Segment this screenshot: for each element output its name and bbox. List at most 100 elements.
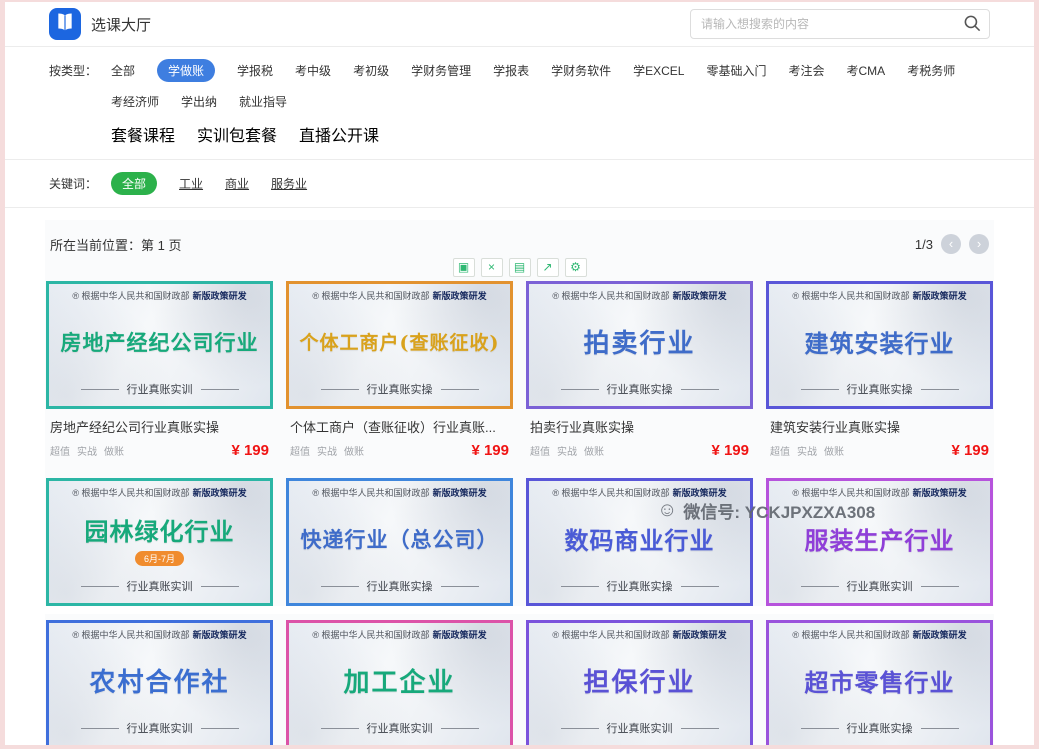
type-option[interactable]: 学EXCEL [633, 59, 684, 82]
header: 选课大厅 [5, 2, 1034, 46]
type-option[interactable]: 考CMA [847, 59, 886, 82]
type-option[interactable]: 学财务软件 [551, 59, 611, 82]
type-option[interactable]: 学报税 [237, 59, 273, 82]
image-icon[interactable]: ▣ [453, 258, 475, 277]
page-indicator: 1/3 [915, 237, 933, 252]
banner-note-bold: 新版政策研发 [673, 488, 727, 498]
course-name: 房地产经纪公司行业 [61, 327, 259, 357]
type-option-all[interactable]: 全部 [111, 59, 135, 82]
course-card[interactable]: ® 根据中华人民共和国财政部新版政策研发 园林绿化行业 6月-7月 行业真账实训 [46, 478, 273, 606]
keyword-option[interactable]: 工业 [179, 172, 203, 195]
banner-note-bold: 新版政策研发 [913, 488, 967, 498]
banner-note: ® 根据中华人民共和国财政部 [552, 630, 669, 640]
banner-note: ® 根据中华人民共和国财政部 [792, 291, 909, 301]
app-logo [49, 8, 81, 40]
course-name: 超市零售行业 [805, 663, 955, 698]
course-card[interactable]: ® 根据中华人民共和国财政部新版政策研发 建筑安装行业 行业真账实操 建筑安装行… [766, 281, 993, 466]
type-option[interactable]: 实训包套餐 [197, 119, 277, 149]
type-option[interactable]: 学报表 [493, 59, 529, 82]
type-option[interactable]: 零基础入门 [706, 59, 766, 82]
course-price: ¥ 199 [951, 442, 989, 459]
banner-note: ® 根据中华人民共和国财政部 [72, 291, 189, 301]
keyword-filter-label: 关键词： [49, 172, 111, 192]
type-option-selected[interactable]: 学做账 [157, 59, 215, 82]
banner-note: ® 根据中华人民共和国财政部 [552, 291, 669, 301]
banner-subtitle: 行业真账实操 [847, 720, 913, 736]
course-card[interactable]: ® 根据中华人民共和国财政部新版政策研发 服装生产行业 行业真账实训 [766, 478, 993, 606]
banner-note: ® 根据中华人民共和国财政部 [792, 630, 909, 640]
type-option[interactable]: 学财务管理 [411, 59, 471, 82]
banner-note-bold: 新版政策研发 [193, 291, 247, 301]
course-price: ¥ 199 [711, 442, 749, 459]
type-option[interactable]: 直播公开课 [299, 119, 379, 149]
keyword-options: 全部 工业 商业 服务业 [111, 172, 307, 195]
course-card[interactable]: ® 根据中华人民共和国财政部新版政策研发 超市零售行业 行业真账实操 超市零售行… [766, 620, 993, 749]
course-banner: ® 根据中华人民共和国财政部新版政策研发 园林绿化行业 6月-7月 行业真账实训 [46, 478, 273, 606]
type-option[interactable]: 考经济师 [111, 90, 159, 113]
type-option[interactable]: 考注会 [789, 59, 825, 82]
course-banner: ® 根据中华人民共和国财政部新版政策研发 数码商业行业 行业真账实操 [526, 478, 753, 606]
course-price: ¥ 199 [231, 442, 269, 459]
course-card[interactable]: ® 根据中华人民共和国财政部新版政策研发 数码商业行业 行业真账实操 [526, 478, 753, 606]
keyword-option-selected[interactable]: 全部 [111, 172, 157, 195]
banner-note: ® 根据中华人民共和国财政部 [792, 488, 909, 498]
banner-note-bold: 新版政策研发 [913, 630, 967, 640]
course-card[interactable]: ® 根据中华人民共和国财政部新版政策研发 房地产经纪公司行业 行业真账实训 房地… [46, 281, 273, 466]
course-grid-bottom: ® 根据中华人民共和国财政部新版政策研发 农村合作社 行业真账实训 农村合作社行… [46, 620, 993, 749]
course-card[interactable]: ® 根据中华人民共和国财政部新版政策研发 快递行业（总公司） 行业真账实操 [286, 478, 513, 606]
course-tags: 超值实战做账 [770, 442, 851, 460]
settings-icon[interactable]: ⚙ [565, 258, 587, 277]
banner-subtitle: 行业真账实训 [607, 720, 673, 736]
course-name: 拍卖行业 [583, 323, 695, 360]
type-option[interactable]: 学出纳 [181, 90, 217, 113]
share-icon[interactable]: ↗ [537, 258, 559, 277]
course-card[interactable]: ® 根据中华人民共和国财政部新版政策研发 个体工商户(查账征收) 行业真账实操 … [286, 281, 513, 466]
search-input[interactable] [690, 9, 990, 39]
search-icon[interactable] [963, 14, 982, 38]
course-title: 个体工商户（查账征收）行业真账... [290, 417, 509, 436]
course-name: 建筑安装行业 [805, 324, 955, 359]
banner-note-bold: 新版政策研发 [913, 291, 967, 301]
course-name: 数码商业行业 [565, 521, 715, 556]
course-banner: ® 根据中华人民共和国财政部新版政策研发 担保行业 行业真账实训 [526, 620, 753, 748]
save-icon[interactable]: ▤ [509, 258, 531, 277]
course-card[interactable]: ® 根据中华人民共和国财政部新版政策研发 加工企业 行业真账实训 加工企业行业会… [286, 620, 513, 749]
course-card[interactable]: ® 根据中华人民共和国财政部新版政策研发 担保行业 行业真账实训 担保行业真账实… [526, 620, 753, 749]
banner-note: ® 根据中华人民共和国财政部 [72, 488, 189, 498]
type-filter-label: 按类型： [49, 59, 111, 79]
banner-note-bold: 新版政策研发 [193, 630, 247, 640]
banner-subtitle: 行业真账实训 [127, 720, 193, 736]
prev-page-button[interactable]: ‹ [941, 234, 961, 254]
banner-subtitle: 行业真账实训 [127, 381, 193, 397]
course-card[interactable]: ® 根据中华人民共和国财政部新版政策研发 拍卖行业 行业真账实操 拍卖行业真账实… [526, 281, 753, 466]
next-page-button[interactable]: › [969, 234, 989, 254]
course-name: 个体工商户(查账征收) [300, 328, 500, 355]
course-banner: ® 根据中华人民共和国财政部新版政策研发 房地产经纪公司行业 行业真账实训 [46, 281, 273, 409]
type-option[interactable]: 套餐课程 [111, 119, 175, 149]
fullscreen-icon[interactable]: × [481, 258, 503, 277]
keyword-filter-section: 关键词： 全部 工业 商业 服务业 [5, 160, 1034, 208]
keyword-option[interactable]: 商业 [225, 172, 249, 195]
keyword-option[interactable]: 服务业 [271, 172, 307, 195]
type-option[interactable]: 考中级 [295, 59, 331, 82]
course-tags: 超值实战做账 [290, 442, 371, 460]
course-title: 房地产经纪公司行业真账实操 [50, 417, 269, 436]
course-name: 加工企业 [343, 662, 455, 699]
type-option[interactable]: 考税务师 [907, 59, 955, 82]
banner-note: ® 根据中华人民共和国财政部 [312, 488, 429, 498]
panel-head: 所在当前位置：第 1 页 1/3 ‹ › [46, 234, 993, 254]
banner-subtitle: 行业真账实操 [607, 381, 673, 397]
course-banner: ® 根据中华人民共和国财政部新版政策研发 加工企业 行业真账实训 [286, 620, 513, 748]
banner-note: ® 根据中华人民共和国财政部 [72, 630, 189, 640]
course-tags: 超值实战做账 [530, 442, 611, 460]
course-card[interactable]: ® 根据中华人民共和国财政部新版政策研发 农村合作社 行业真账实训 农村合作社行… [46, 620, 273, 749]
course-banner: ® 根据中华人民共和国财政部新版政策研发 农村合作社 行业真账实训 [46, 620, 273, 748]
banner-note: ® 根据中华人民共和国财政部 [312, 630, 429, 640]
course-title: 拍卖行业真账实操 [530, 417, 749, 436]
type-option[interactable]: 就业指导 [239, 90, 287, 113]
banner-note: ® 根据中华人民共和国财政部 [552, 488, 669, 498]
course-banner: ® 根据中华人民共和国财政部新版政策研发 拍卖行业 行业真账实操 [526, 281, 753, 409]
type-option[interactable]: 考初级 [353, 59, 389, 82]
course-banner: ® 根据中华人民共和国财政部新版政策研发 超市零售行业 行业真账实操 [766, 620, 993, 748]
type-options-row1: 全部 学做账 学报税 考中级 考初级 学财务管理 学报表 学财务软件 学EXCE… [111, 59, 990, 113]
